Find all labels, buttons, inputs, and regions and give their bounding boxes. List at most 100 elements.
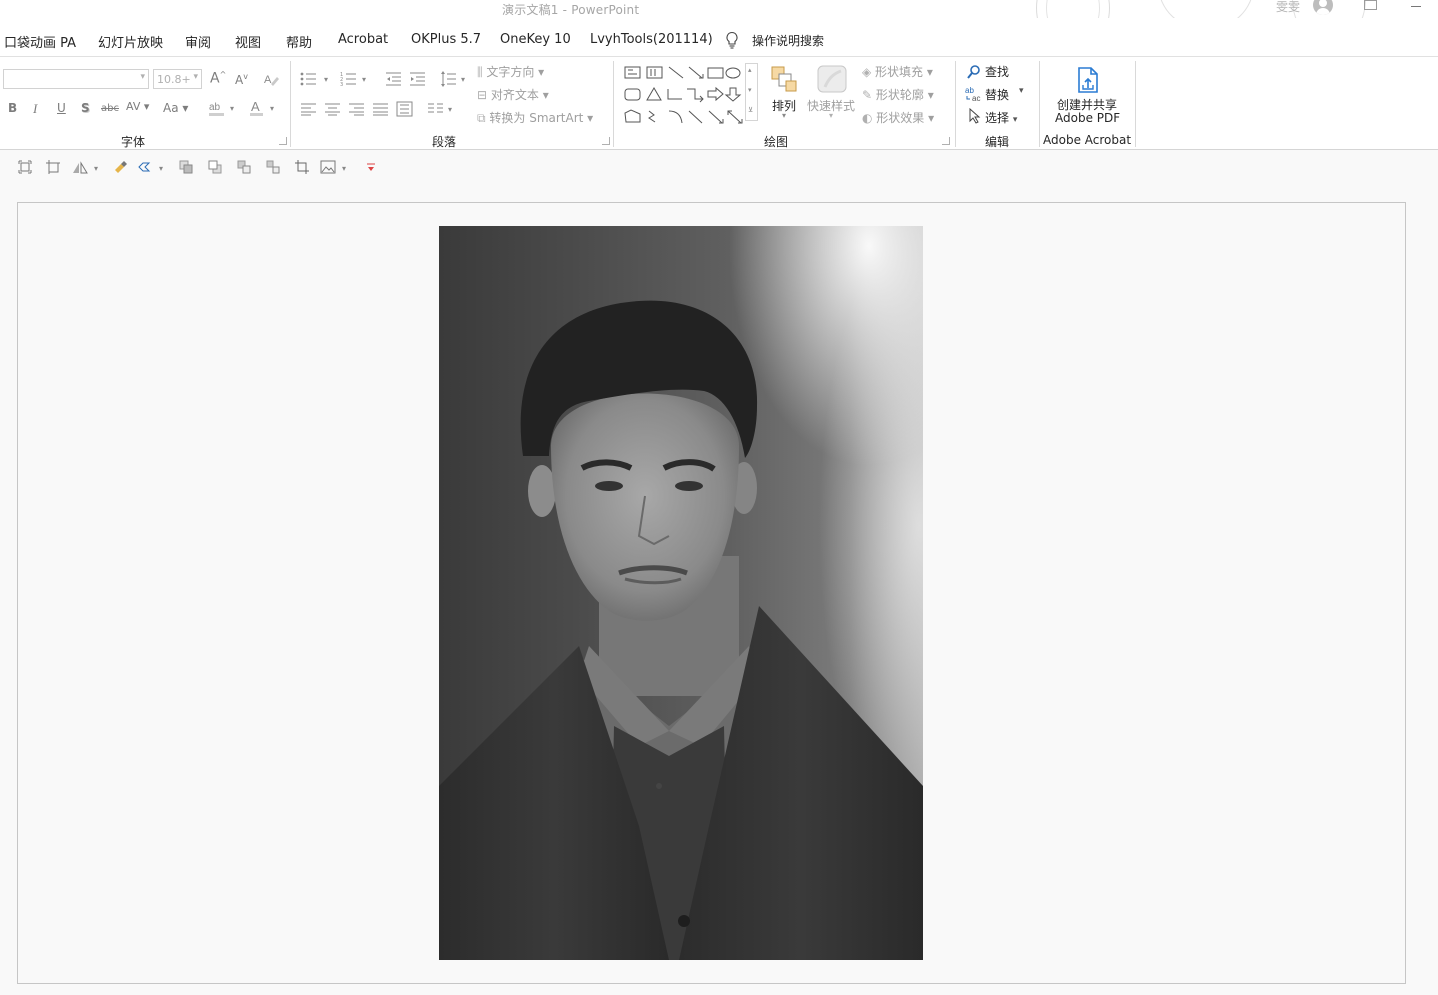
tab-slideshow[interactable]: 幻灯片放映 <box>98 32 163 51</box>
lightbulb-icon[interactable] <box>724 31 740 49</box>
crop-icon[interactable] <box>295 160 309 174</box>
ribbon-tabs: 口袋动画 PA 幻灯片放映 审阅 视图 帮助 Acrobat OKPlus 5.… <box>0 18 1438 56</box>
customize-toolbar-icon[interactable] <box>364 160 378 174</box>
select-cursor-icon[interactable] <box>968 108 982 124</box>
bullets-icon[interactable]: ▾ <box>300 71 332 87</box>
size-fit-icon[interactable] <box>46 160 60 174</box>
text-direction-button[interactable]: ⫼ 文字方向 ▾ <box>477 63 544 80</box>
svg-text:3: 3 <box>340 82 343 87</box>
acrobat-create-pdf-icon[interactable] <box>1076 66 1100 94</box>
minimize-icon[interactable] <box>1411 6 1421 7</box>
replace-button[interactable]: 替换 <box>985 86 1009 103</box>
tab-onekey[interactable]: OneKey 10 <box>500 32 571 47</box>
group-divider <box>613 61 614 147</box>
font-dialog-launcher-icon[interactable] <box>279 137 287 145</box>
group-divider <box>290 61 291 147</box>
select-button[interactable]: 选择 ▾ <box>985 109 1017 126</box>
chevron-down-icon: ▾ <box>140 72 145 82</box>
paragraph-dialog-launcher-icon[interactable] <box>602 137 610 145</box>
quick-styles-icon[interactable] <box>815 63 849 97</box>
send-backward-icon[interactable] <box>208 160 222 174</box>
font-color-icon[interactable]: A ▾ <box>249 99 279 117</box>
increase-indent-icon[interactable] <box>409 71 427 87</box>
svg-text:ab: ab <box>209 102 221 113</box>
format-painter-icon[interactable] <box>113 160 127 174</box>
convert-smartart-button[interactable]: ⧉ 转换为 SmartArt ▾ <box>477 109 593 126</box>
justify-icon[interactable] <box>372 102 390 116</box>
ungroup-objects-icon[interactable] <box>266 160 280 174</box>
chevron-down-icon: ▾ <box>193 72 198 82</box>
shape-outline-button[interactable]: ✎ 形状轮廓 ▾ <box>862 86 934 103</box>
font-size-value: 10.8+ <box>157 73 191 86</box>
window-title: 演示文稿1 - PowerPoint <box>502 3 640 17</box>
tab-okplus[interactable]: OKPlus 5.7 <box>411 32 481 47</box>
tab-review[interactable]: 审阅 <box>185 32 211 51</box>
svg-text:ac: ac <box>972 94 980 103</box>
svg-text:▾: ▾ <box>448 105 452 114</box>
tab-lvyhtools[interactable]: LvyhTools(201114) <box>590 32 713 47</box>
user-name[interactable]: 雯雯 <box>1276 0 1300 15</box>
acrobat-group-label: Adobe Acrobat <box>1043 133 1132 147</box>
group-divider <box>955 61 956 147</box>
tab-help[interactable]: 帮助 <box>286 32 312 51</box>
text-shadow-button[interactable]: S <box>81 101 90 115</box>
italic-button[interactable]: I <box>33 101 37 117</box>
shapes-gallery[interactable] <box>623 65 745 125</box>
svg-text:▾: ▾ <box>270 104 274 113</box>
bold-button[interactable]: B <box>8 101 17 115</box>
svg-text:▾: ▾ <box>94 164 98 173</box>
shape-link-icon[interactable]: ▾ <box>137 160 167 174</box>
character-spacing-button[interactable]: AV ▾ <box>126 100 149 113</box>
align-text-button[interactable]: ⊟ 对齐文本 ▾ <box>477 86 549 103</box>
strikethrough-button[interactable]: abc <box>101 103 119 114</box>
svg-text:▾: ▾ <box>159 164 163 173</box>
font-size-combo[interactable]: 10.8+ ▾ <box>153 69 202 89</box>
arrange-icon[interactable] <box>770 65 798 95</box>
drawing-dialog-launcher-icon[interactable] <box>942 137 950 145</box>
align-center-icon[interactable] <box>324 102 342 116</box>
tab-pocket-animation[interactable]: 口袋动画 PA <box>4 32 76 51</box>
grow-font-button[interactable]: A^ <box>210 70 226 87</box>
tab-view[interactable]: 视图 <box>235 32 261 51</box>
numbering-icon[interactable]: 123 ▾ <box>340 71 372 87</box>
distributed-icon[interactable] <box>396 101 414 117</box>
shrink-font-button[interactable]: Av <box>235 72 248 87</box>
create-share-pdf-line2[interactable]: Adobe PDF <box>1055 111 1120 125</box>
group-divider <box>1135 61 1136 147</box>
align-objects-icon[interactable] <box>18 160 32 174</box>
find-icon[interactable] <box>966 64 982 80</box>
portrait-photo[interactable] <box>439 226 923 960</box>
line-spacing-icon[interactable]: ▾ <box>440 70 470 88</box>
underline-button[interactable]: U <box>57 101 66 115</box>
highlight-color-icon[interactable]: ab ▾ <box>208 99 238 117</box>
shape-fill-button[interactable]: ◈ 形状填充 ▾ <box>862 63 933 80</box>
align-left-icon[interactable] <box>300 102 318 116</box>
quick-access-toolbar: ▾ ▾ ▾ <box>0 151 1438 183</box>
svg-text:A: A <box>251 99 260 114</box>
svg-text:▾: ▾ <box>342 164 346 173</box>
chevron-down-icon[interactable]: ▾ <box>1019 86 1024 96</box>
editing-group-label: 编辑 <box>985 135 1010 149</box>
shapes-gallery-scroll[interactable]: ▴ ▾ ⊻ <box>745 63 758 121</box>
svg-text:▾: ▾ <box>324 75 328 84</box>
svg-text:▾: ▾ <box>230 104 234 113</box>
drawing-group-label: 绘图 <box>764 135 789 149</box>
bring-forward-icon[interactable] <box>179 160 193 174</box>
group-objects-icon[interactable] <box>237 160 251 174</box>
shape-effects-button[interactable]: ◐ 形状效果 ▾ <box>862 109 934 126</box>
rotate-flip-icon[interactable]: ▾ <box>72 160 102 174</box>
font-name-combo[interactable]: ▾ <box>3 69 149 89</box>
tab-acrobat[interactable]: Acrobat <box>338 32 388 47</box>
clear-formatting-icon[interactable]: A <box>263 71 279 87</box>
align-right-icon[interactable] <box>348 102 366 116</box>
chevron-down-icon: ▾ <box>829 111 834 120</box>
columns-icon[interactable]: ▾ <box>427 102 457 116</box>
font-group-label: 字体 <box>121 135 146 149</box>
ribbon-display-options-icon[interactable] <box>1364 0 1377 10</box>
change-case-button[interactable]: Aa ▾ <box>163 101 188 115</box>
find-button[interactable]: 查找 <box>985 63 1009 80</box>
replace-icon[interactable]: ab ac <box>965 85 983 103</box>
decrease-indent-icon[interactable] <box>385 71 403 87</box>
picture-format-icon[interactable]: ▾ <box>320 160 350 174</box>
tell-me-search[interactable]: 操作说明搜索 <box>752 32 824 49</box>
